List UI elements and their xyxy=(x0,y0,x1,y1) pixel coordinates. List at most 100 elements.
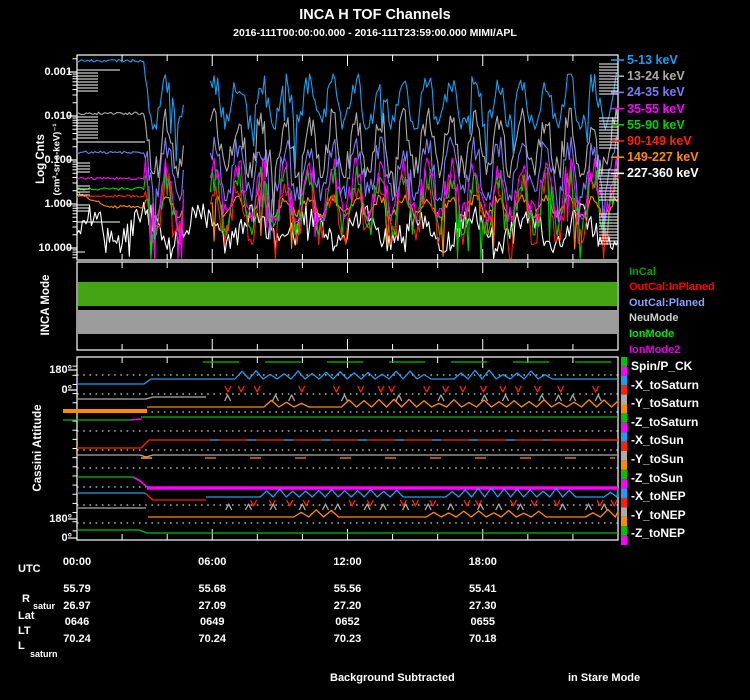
ephemeris-value: 70.24 xyxy=(63,633,91,645)
attitude-y-tick-label: 180° xyxy=(49,513,72,525)
plot-subtitle: 2016-111T00:00:00.000 - 2016-111T23:59:0… xyxy=(233,27,517,39)
attitude-mark xyxy=(495,503,503,511)
ephemeris-row-label-Lat: Lat xyxy=(18,610,35,622)
attitude-mark xyxy=(388,385,396,393)
attitude-mark xyxy=(459,385,467,393)
attitude-y-tick-label: 0° xyxy=(61,384,72,396)
plot-title: INCA H TOF Channels xyxy=(299,7,451,23)
utc-axis-label: UTC xyxy=(18,563,41,575)
attitude-mark xyxy=(334,503,342,511)
attitude-mark xyxy=(224,394,232,402)
attitude-mark xyxy=(557,385,565,393)
flux-legend-13-24keV: 13-24 keV xyxy=(627,69,685,84)
attitude-trace xyxy=(77,396,206,400)
ephemeris-row-sub-R: satur xyxy=(33,601,56,611)
attitude-trace xyxy=(77,454,618,458)
attitude-legend-ZtoNEP: -Z_toNEP xyxy=(631,526,685,541)
attitude-mark xyxy=(271,394,280,402)
attitude-mark xyxy=(569,394,577,402)
attitude-color-key-segment xyxy=(621,535,627,545)
attitude-mark xyxy=(499,385,507,393)
attitude-color-key-segment xyxy=(621,357,627,367)
attitude-legend-YtoNEP: -Y_toNEP xyxy=(631,507,686,522)
flux-legend-149-227keV: 149-227 keV xyxy=(627,150,699,165)
attitude-color-key-segment xyxy=(621,404,627,414)
attitude-color-key-segment xyxy=(621,441,627,451)
mode-legend-OutCalInPlaned: OutCal:InPlaned xyxy=(629,281,715,294)
attitude-mark xyxy=(302,499,310,507)
mode-legend-IonMode: IonMode xyxy=(629,327,675,340)
attitude-color-key-segment xyxy=(621,526,627,536)
attitude-mark xyxy=(441,385,450,393)
ephemeris-value: 70.18 xyxy=(468,633,497,645)
ephemeris-value: 0655 xyxy=(470,616,495,628)
flux-legend-35-55keV: 35-55 keV xyxy=(627,101,685,116)
flux-series-5-13keV xyxy=(209,73,618,169)
flux-series-5-13keV xyxy=(76,58,184,162)
inca-tof-plot-page: { "page": { "title": "INCA H TOF Channel… xyxy=(0,0,750,700)
attitude-color-key-segment xyxy=(621,366,627,376)
ephemeris-row-label-L: L xyxy=(18,640,25,652)
attitude-legend-YtoSun: -Y_toSun xyxy=(631,452,684,466)
attitude-mark xyxy=(594,394,602,402)
attitude-mark xyxy=(437,394,445,402)
attitude-color-key-segment xyxy=(621,432,627,442)
flux-legend-55-90keV: 55-90 keV xyxy=(627,117,685,132)
attitude-legend-SpinPCK: Spin/P_CK xyxy=(631,359,693,373)
attitude-mark xyxy=(321,503,330,511)
attitude-mark xyxy=(423,385,431,393)
attitude-trace xyxy=(77,439,618,449)
flux-y-tick-label: 10.000 xyxy=(38,242,72,254)
flux-legend-24-35keV: 24-35 keV xyxy=(627,85,685,100)
attitude-mark xyxy=(357,385,365,393)
attitude-color-key-segment xyxy=(621,469,627,480)
mode-active-bar-1 xyxy=(78,310,617,334)
ephemeris-row-label-LT: LT xyxy=(18,625,31,637)
ephemeris-value: 27.09 xyxy=(198,600,227,612)
utc-tick-label: 12:00 xyxy=(333,556,362,568)
attitude-color-key-segment xyxy=(621,460,627,470)
attitude-mark xyxy=(237,385,245,393)
attitude-trace-burst xyxy=(206,508,619,518)
attitude-trace xyxy=(132,476,148,488)
attitude-color-key-segment xyxy=(621,507,627,517)
ephemeris-value: 0646 xyxy=(64,616,90,628)
attitude-color-key-segment xyxy=(621,385,627,395)
ephemeris-value: 0652 xyxy=(335,616,360,628)
ephemeris-value: 0649 xyxy=(200,616,225,628)
utc-tick-label: 18:00 xyxy=(468,556,497,568)
attitude-mark xyxy=(600,503,608,511)
utc-tick-label: 06:00 xyxy=(198,556,227,568)
attitude-legend-XtoSun: -X_toSun xyxy=(631,433,684,448)
mode-legend-OutCalPlaned: OutCal:Planed xyxy=(629,296,705,309)
attitude-legend-XtoNEP: -X_toNEP xyxy=(631,489,686,504)
ephemeris-value: 55.68 xyxy=(198,583,227,595)
flux-y-tick-label: 0.100 xyxy=(44,154,72,166)
attitude-legend-XtoSaturn: -X_toSaturn xyxy=(631,377,700,392)
attitude-y-tick-label: 0° xyxy=(61,532,72,544)
attitude-color-key-segment xyxy=(621,375,627,386)
ephemeris-row-sub-L: saturn xyxy=(30,649,58,659)
attitude-mark xyxy=(610,499,618,507)
attitude-mark xyxy=(288,394,296,402)
attitude-y-tick-label: 180° xyxy=(49,364,72,376)
attitude-mark xyxy=(514,385,522,393)
attitude-mark xyxy=(447,503,455,511)
attitude-mark xyxy=(340,394,349,402)
ephemeris-value: 27.20 xyxy=(333,600,362,612)
attitude-legend-ZtoSun: -Z_toSun xyxy=(631,470,683,485)
attitude-mark xyxy=(298,503,306,511)
mode-legend-InCal: InCal xyxy=(629,265,656,278)
attitude-legend-YtoSaturn: -Y_toSaturn xyxy=(631,396,700,411)
attitude-trace xyxy=(144,492,206,501)
ephemeris-value: 26.97 xyxy=(63,600,91,612)
mode-active-bar-0 xyxy=(78,282,617,306)
attitude-mark xyxy=(501,394,510,402)
attitude-color-key-segment xyxy=(621,451,627,461)
attitude-mark xyxy=(424,503,432,511)
footer-note-stare-mode: in Stare Mode xyxy=(568,672,641,684)
ephemeris-value: 70.24 xyxy=(198,633,227,645)
flux-legend-90-149keV: 90-149 keV xyxy=(627,134,692,148)
attitude-trace xyxy=(129,418,142,421)
attitude-mark xyxy=(395,394,403,402)
